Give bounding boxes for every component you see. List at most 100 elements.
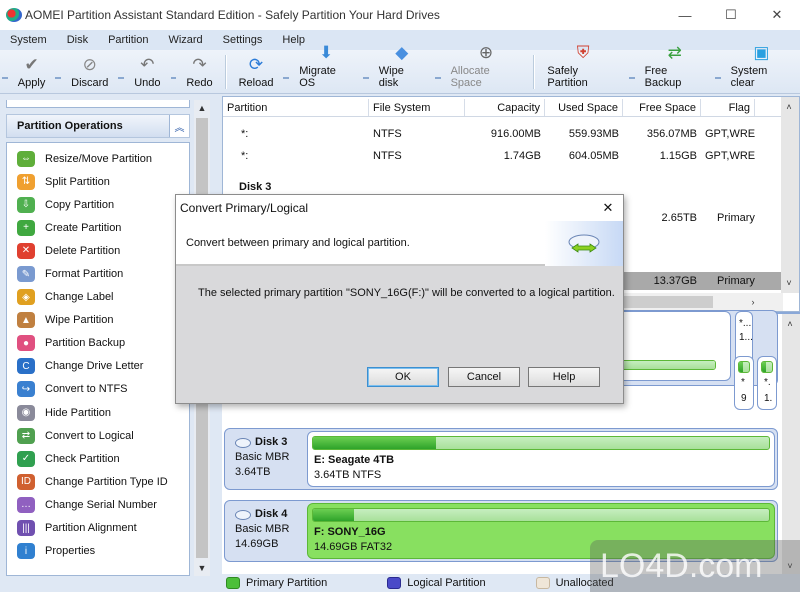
disk-info: Disk 4 Basic MBR 14.69GB bbox=[235, 507, 289, 552]
toolbar-separator bbox=[2, 77, 8, 79]
close-button[interactable]: ✕ bbox=[754, 0, 800, 30]
sidebar-item-label: Convert to NTFS bbox=[45, 383, 128, 396]
help-button[interactable]: Help bbox=[528, 367, 600, 387]
usage-fill bbox=[313, 509, 355, 521]
toolbar-separator bbox=[55, 77, 62, 79]
partition-block-e[interactable]: E: Seagate 4TB 3.64TB NTFS bbox=[307, 431, 775, 487]
sidebar-item-hide-partition[interactable]: ◉ Hide Partition bbox=[7, 401, 189, 424]
delete-icon: ✕ bbox=[17, 242, 35, 259]
sidebar-item-convert-to-logical[interactable]: ⇄ Convert to Logical bbox=[7, 424, 189, 447]
col-used-space[interactable]: Used Space bbox=[545, 99, 623, 116]
dialog-header: Convert between primary and logical part… bbox=[176, 221, 623, 266]
toolbar-separator bbox=[283, 77, 290, 79]
menu-wizard[interactable]: Wizard bbox=[158, 34, 212, 46]
partition-block[interactable]: *. 1. bbox=[757, 356, 777, 410]
menu-disk[interactable]: Disk bbox=[57, 34, 98, 46]
dialog-close-button[interactable]: ✕ bbox=[593, 200, 623, 216]
col-file-system[interactable]: File System bbox=[369, 99, 465, 116]
sidebar-item-label: Change Drive Letter bbox=[45, 360, 144, 373]
sidebar-item-label: Partition Alignment bbox=[45, 522, 137, 535]
minimize-button[interactable]: — bbox=[662, 0, 708, 30]
migrate-os-icon: ⬇ bbox=[318, 43, 334, 62]
safely-partition-button[interactable]: ⛨ Safely Partition bbox=[539, 43, 626, 93]
redo-icon: ↷ bbox=[192, 55, 207, 74]
disk-card-3[interactable]: Disk 3 Basic MBR 3.64TB E: Seagate 4TB 3… bbox=[224, 428, 778, 490]
menu-system[interactable]: System bbox=[0, 34, 57, 46]
sidebar-item-delete-partition[interactable]: ✕ Delete Partition bbox=[7, 239, 189, 262]
disk-size: 3.64TB bbox=[235, 466, 271, 478]
discard-icon: ⊘ bbox=[82, 55, 97, 74]
sidebar-item-change-serial-number[interactable]: … Change Serial Number bbox=[7, 493, 189, 516]
disk-map-vscrollbar[interactable]: ˄ ˅ bbox=[782, 314, 800, 576]
col-flag[interactable]: Flag bbox=[701, 99, 755, 116]
col-capacity[interactable]: Capacity bbox=[465, 99, 545, 116]
redo-button[interactable]: ↷ Redo bbox=[178, 51, 220, 93]
sidebar-item-label: Delete Partition bbox=[45, 244, 121, 257]
scroll-up-icon[interactable]: ˄ bbox=[782, 316, 798, 332]
collapse-icon[interactable]: ︽ bbox=[169, 115, 189, 137]
partition-size: 14.69GB FAT32 bbox=[314, 541, 393, 553]
scroll-up-icon[interactable]: ˄ bbox=[781, 99, 797, 115]
sidebar-item-copy-partition[interactable]: ⇩ Copy Partition bbox=[7, 193, 189, 216]
toolbar-separator bbox=[118, 77, 125, 79]
sidebar-item-create-partition[interactable]: + Create Partition bbox=[7, 216, 189, 239]
scroll-right-icon[interactable]: › bbox=[745, 294, 761, 310]
sidebar-item-wipe-partition[interactable]: ▲ Wipe Partition bbox=[7, 309, 189, 332]
menu-help[interactable]: Help bbox=[272, 34, 315, 46]
partition-label: 1... bbox=[739, 332, 753, 343]
sidebar-item-label: Create Partition bbox=[45, 221, 122, 234]
disk-type: Basic MBR bbox=[235, 451, 290, 463]
unallocated-swatch-icon bbox=[535, 577, 550, 589]
sidebar-item-properties[interactable]: i Properties bbox=[7, 540, 189, 563]
table-vscrollbar[interactable]: ˄ ˅ bbox=[781, 97, 799, 293]
wipe-disk-button[interactable]: ◆ Wipe disk bbox=[371, 43, 433, 93]
sidebar-item-partition-backup[interactable]: ● Partition Backup bbox=[7, 332, 189, 355]
scroll-up-icon[interactable]: ▲ bbox=[194, 100, 210, 116]
undo-button[interactable]: ↶ Undo bbox=[126, 51, 168, 93]
partition-block[interactable]: * 9 bbox=[734, 356, 754, 410]
allocate-space-button[interactable]: ⊕ Allocate Space bbox=[443, 43, 530, 93]
backup-icon: ⇄ bbox=[667, 43, 682, 62]
hide-icon: ◉ bbox=[17, 404, 35, 421]
maximize-button[interactable]: ☐ bbox=[708, 0, 754, 30]
scroll-down-icon[interactable]: ▼ bbox=[194, 560, 210, 576]
sidebar-item-change-partition-type-id[interactable]: ID Change Partition Type ID bbox=[7, 470, 189, 493]
menu-settings[interactable]: Settings bbox=[213, 34, 273, 46]
disk-type: Basic MBR bbox=[235, 523, 290, 535]
sidebar-item-convert-to-ntfs[interactable]: ↪ Convert to NTFS bbox=[7, 378, 189, 401]
sidebar-item-partition-alignment[interactable]: ||| Partition Alignment bbox=[7, 517, 189, 540]
usage-bar bbox=[312, 508, 770, 522]
disk-info: Disk 3 Basic MBR 3.64TB bbox=[235, 435, 289, 480]
cancel-button[interactable]: Cancel bbox=[448, 367, 520, 387]
discard-button[interactable]: ⊘ Discard bbox=[63, 51, 116, 93]
table-row[interactable]: *: NTFS 1.74GB 604.05MB 1.15GB GPT,WRE bbox=[223, 145, 783, 167]
convert-ntfs-icon: ↪ bbox=[17, 381, 35, 398]
sidebar-item-label: Copy Partition bbox=[45, 198, 115, 211]
usage-fill bbox=[313, 437, 437, 449]
convert-dialog: Convert Primary/Logical ✕ Convert betwee… bbox=[175, 194, 624, 404]
sidebar-item-change-drive-letter[interactable]: C Change Drive Letter bbox=[7, 355, 189, 378]
cell-flag: GPT,WRE bbox=[705, 128, 756, 140]
disk-name: Disk 4 bbox=[255, 508, 288, 520]
reload-button[interactable]: ⟳ Reload bbox=[231, 51, 282, 93]
migrate-os-button[interactable]: ⬇ Migrate OS bbox=[291, 43, 361, 93]
apply-button[interactable]: ✔ Apply bbox=[10, 51, 54, 93]
toolbar-label: Safely Partition bbox=[547, 65, 588, 89]
table-row[interactable]: *: NTFS 916.00MB 559.93MB 356.07MB GPT,W… bbox=[223, 123, 783, 145]
scroll-down-icon[interactable]: ˅ bbox=[781, 275, 797, 291]
disk-name: Disk 3 bbox=[255, 436, 288, 448]
toolbar-label: Reload bbox=[238, 77, 274, 89]
sidebar-item-format-partition[interactable]: ✎ Format Partition bbox=[7, 262, 189, 285]
col-partition[interactable]: Partition bbox=[223, 99, 369, 116]
ok-button[interactable]: OK bbox=[367, 367, 439, 387]
sidebar-item-check-partition[interactable]: ✓ Check Partition bbox=[7, 447, 189, 470]
system-clear-button[interactable]: ▣ System clear bbox=[723, 43, 800, 93]
free-backup-button[interactable]: ⇄ Free Backup bbox=[637, 43, 713, 93]
menu-partition[interactable]: Partition bbox=[98, 34, 158, 46]
sidebar-item-split-partition[interactable]: ⇅ Split Partition bbox=[7, 170, 189, 193]
col-free-space[interactable]: Free Space bbox=[623, 99, 701, 116]
sidebar-item-resize-move-partition[interactable]: ⇔ Resize/Move Partition bbox=[7, 147, 189, 170]
toolbar-label: Wipe disk bbox=[378, 65, 404, 89]
sidebar-item-change-label[interactable]: ◈ Change Label bbox=[7, 286, 189, 309]
cell-partition: *: bbox=[241, 150, 249, 162]
